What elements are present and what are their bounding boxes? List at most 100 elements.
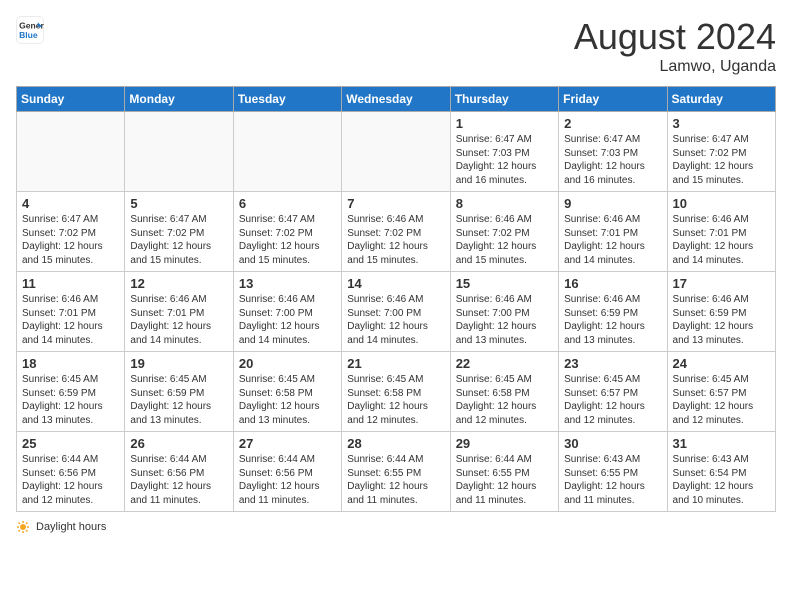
calendar-cell: 23 Sunrise: 6:45 AM Sunset: 6:57 PM Dayli… xyxy=(559,352,667,432)
col-header-thursday: Thursday xyxy=(450,87,558,112)
col-header-sunday: Sunday xyxy=(17,87,125,112)
calendar-cell: 15 Sunrise: 6:46 AM Sunset: 7:00 PM Dayli… xyxy=(450,272,558,352)
day-number: 2 xyxy=(564,116,661,131)
day-number: 13 xyxy=(239,276,336,291)
day-info: Sunrise: 6:46 AM Sunset: 6:59 PM Dayligh… xyxy=(564,293,661,347)
calendar-cell: 9 Sunrise: 6:46 AM Sunset: 7:01 PM Daylig… xyxy=(559,192,667,272)
col-header-monday: Monday xyxy=(125,87,233,112)
day-info: Sunrise: 6:45 AM Sunset: 6:59 PM Dayligh… xyxy=(22,373,119,427)
day-info: Sunrise: 6:46 AM Sunset: 7:01 PM Dayligh… xyxy=(564,213,661,267)
day-info: Sunrise: 6:46 AM Sunset: 7:01 PM Dayligh… xyxy=(673,213,770,267)
day-info: Sunrise: 6:44 AM Sunset: 6:56 PM Dayligh… xyxy=(130,453,227,507)
day-info: Sunrise: 6:45 AM Sunset: 6:58 PM Dayligh… xyxy=(239,373,336,427)
calendar-cell: 30Sunrise: 6:43 AM Sunset: 6:55 PM Dayli… xyxy=(559,432,667,512)
calendar-cell: 10 Sunrise: 6:46 AM Sunset: 7:01 PM Dayli… xyxy=(667,192,775,272)
day-info: Sunrise: 6:43 AM Sunset: 6:55 PM Dayligh… xyxy=(564,453,661,507)
day-info: Sunrise: 6:46 AM Sunset: 7:00 PM Dayligh… xyxy=(347,293,444,347)
calendar-cell: 20 Sunrise: 6:45 AM Sunset: 6:58 PM Dayli… xyxy=(233,352,341,432)
day-info: Sunrise: 6:46 AM Sunset: 7:00 PM Dayligh… xyxy=(239,293,336,347)
footer: Daylight hours xyxy=(16,520,776,534)
calendar-cell: 25Sunrise: 6:44 AM Sunset: 6:56 PM Dayli… xyxy=(17,432,125,512)
title-block: August 2024 Lamwo, Uganda xyxy=(574,16,776,76)
calendar-cell: 4 Sunrise: 6:47 AM Sunset: 7:02 PM Daylig… xyxy=(17,192,125,272)
calendar-cell: 1 Sunrise: 6:47 AM Sunset: 7:03 PM Daylig… xyxy=(450,112,558,192)
month-year-title: August 2024 xyxy=(574,16,776,58)
day-number: 8 xyxy=(456,196,553,211)
calendar-cell xyxy=(342,112,450,192)
day-number: 17 xyxy=(673,276,770,291)
week-row-4: 18Sunrise: 6:45 AM Sunset: 6:59 PM Dayli… xyxy=(17,352,776,432)
calendar-cell: 31Sunrise: 6:43 AM Sunset: 6:54 PM Dayli… xyxy=(667,432,775,512)
calendar-table: SundayMondayTuesdayWednesdayThursdayFrid… xyxy=(16,86,776,512)
calendar-cell: 22Sunrise: 6:45 AM Sunset: 6:58 PM Dayli… xyxy=(450,352,558,432)
day-number: 11 xyxy=(22,276,119,291)
day-number: 3 xyxy=(673,116,770,131)
day-info: Sunrise: 6:44 AM Sunset: 6:56 PM Dayligh… xyxy=(239,453,336,507)
col-header-tuesday: Tuesday xyxy=(233,87,341,112)
day-number: 4 xyxy=(22,196,119,211)
calendar-cell: 28 Sunrise: 6:44 AM Sunset: 6:55 PM Dayli… xyxy=(342,432,450,512)
calendar-cell xyxy=(17,112,125,192)
day-number: 1 xyxy=(456,116,553,131)
calendar-cell: 2 Sunrise: 6:47 AM Sunset: 7:03 PM Daylig… xyxy=(559,112,667,192)
day-info: Sunrise: 6:47 AM Sunset: 7:03 PM Dayligh… xyxy=(564,133,661,187)
day-number: 20 xyxy=(239,356,336,371)
day-number: 23 xyxy=(564,356,661,371)
day-number: 19 xyxy=(130,356,227,371)
week-row-5: 25Sunrise: 6:44 AM Sunset: 6:56 PM Dayli… xyxy=(17,432,776,512)
day-info: Sunrise: 6:47 AM Sunset: 7:02 PM Dayligh… xyxy=(239,213,336,267)
day-info: Sunrise: 6:47 AM Sunset: 7:02 PM Dayligh… xyxy=(130,213,227,267)
col-header-friday: Friday xyxy=(559,87,667,112)
day-number: 15 xyxy=(456,276,553,291)
day-number: 27 xyxy=(239,436,336,451)
calendar-cell: 3 Sunrise: 6:47 AM Sunset: 7:02 PM Daylig… xyxy=(667,112,775,192)
calendar-cell: 12Sunrise: 6:46 AM Sunset: 7:01 PM Dayli… xyxy=(125,272,233,352)
calendar-cell: 21Sunrise: 6:45 AM Sunset: 6:58 PM Dayli… xyxy=(342,352,450,432)
week-row-1: 1 Sunrise: 6:47 AM Sunset: 7:03 PM Daylig… xyxy=(17,112,776,192)
day-number: 28 xyxy=(347,436,444,451)
day-number: 9 xyxy=(564,196,661,211)
calendar-cell: 13 Sunrise: 6:46 AM Sunset: 7:00 PM Dayli… xyxy=(233,272,341,352)
calendar-cell: 26 Sunrise: 6:44 AM Sunset: 6:56 PM Dayli… xyxy=(125,432,233,512)
day-info: Sunrise: 6:44 AM Sunset: 6:55 PM Dayligh… xyxy=(456,453,553,507)
day-info: Sunrise: 6:45 AM Sunset: 6:57 PM Dayligh… xyxy=(564,373,661,427)
header-row: SundayMondayTuesdayWednesdayThursdayFrid… xyxy=(17,87,776,112)
calendar-cell: 24Sunrise: 6:45 AM Sunset: 6:57 PM Dayli… xyxy=(667,352,775,432)
calendar-cell: 17 Sunrise: 6:46 AM Sunset: 6:59 PM Dayli… xyxy=(667,272,775,352)
day-info: Sunrise: 6:46 AM Sunset: 6:59 PM Dayligh… xyxy=(673,293,770,347)
day-number: 12 xyxy=(130,276,227,291)
calendar-cell: 16 Sunrise: 6:46 AM Sunset: 6:59 PM Dayli… xyxy=(559,272,667,352)
day-number: 24 xyxy=(673,356,770,371)
logo: General Blue xyxy=(16,16,44,44)
week-row-3: 11Sunrise: 6:46 AM Sunset: 7:01 PM Dayli… xyxy=(17,272,776,352)
day-info: Sunrise: 6:46 AM Sunset: 7:02 PM Dayligh… xyxy=(456,213,553,267)
calendar-cell: 14 Sunrise: 6:46 AM Sunset: 7:00 PM Dayli… xyxy=(342,272,450,352)
day-number: 14 xyxy=(347,276,444,291)
day-number: 21 xyxy=(347,356,444,371)
svg-text:Blue: Blue xyxy=(19,30,38,40)
day-info: Sunrise: 6:44 AM Sunset: 6:55 PM Dayligh… xyxy=(347,453,444,507)
calendar-cell: 27 Sunrise: 6:44 AM Sunset: 6:56 PM Dayli… xyxy=(233,432,341,512)
calendar-cell: 19Sunrise: 6:45 AM Sunset: 6:59 PM Dayli… xyxy=(125,352,233,432)
calendar-cell: 7 Sunrise: 6:46 AM Sunset: 7:02 PM Daylig… xyxy=(342,192,450,272)
day-info: Sunrise: 6:47 AM Sunset: 7:02 PM Dayligh… xyxy=(673,133,770,187)
day-number: 26 xyxy=(130,436,227,451)
day-info: Sunrise: 6:44 AM Sunset: 6:56 PM Dayligh… xyxy=(22,453,119,507)
calendar-cell xyxy=(233,112,341,192)
calendar-cell: 11Sunrise: 6:46 AM Sunset: 7:01 PM Dayli… xyxy=(17,272,125,352)
day-number: 16 xyxy=(564,276,661,291)
day-info: Sunrise: 6:47 AM Sunset: 7:02 PM Dayligh… xyxy=(22,213,119,267)
calendar-cell: 5Sunrise: 6:47 AM Sunset: 7:02 PM Daylig… xyxy=(125,192,233,272)
day-number: 7 xyxy=(347,196,444,211)
day-info: Sunrise: 6:43 AM Sunset: 6:54 PM Dayligh… xyxy=(673,453,770,507)
col-header-wednesday: Wednesday xyxy=(342,87,450,112)
calendar-cell: 18Sunrise: 6:45 AM Sunset: 6:59 PM Dayli… xyxy=(17,352,125,432)
day-info: Sunrise: 6:45 AM Sunset: 6:58 PM Dayligh… xyxy=(456,373,553,427)
day-info: Sunrise: 6:46 AM Sunset: 7:00 PM Dayligh… xyxy=(456,293,553,347)
col-header-saturday: Saturday xyxy=(667,87,775,112)
day-info: Sunrise: 6:46 AM Sunset: 7:02 PM Dayligh… xyxy=(347,213,444,267)
day-number: 10 xyxy=(673,196,770,211)
calendar-cell: 29Sunrise: 6:44 AM Sunset: 6:55 PM Dayli… xyxy=(450,432,558,512)
day-info: Sunrise: 6:47 AM Sunset: 7:03 PM Dayligh… xyxy=(456,133,553,187)
logo-icon: General Blue xyxy=(16,16,44,44)
